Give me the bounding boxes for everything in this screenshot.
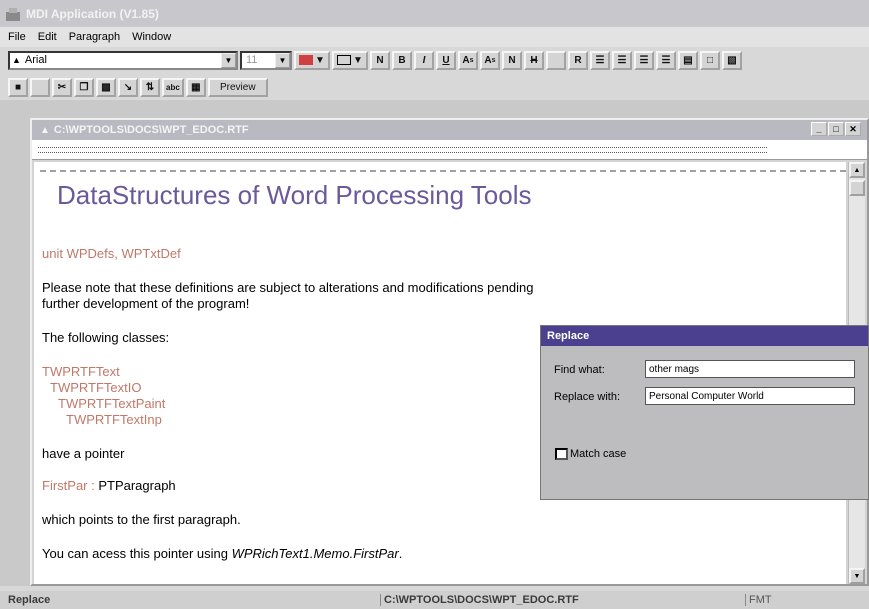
access-prefix: You can acess this pointer using	[42, 546, 232, 561]
access-code: WPRichText1.Memo.FirstPar	[231, 546, 399, 561]
match-case-checkbox[interactable]: Match case	[555, 448, 626, 460]
firstpar-label: FirstPar	[42, 478, 88, 493]
preview-button[interactable]: Preview	[207, 77, 268, 97]
document-title-bar: ▲ C:\WPTOOLS\DOCS\WPT_EDOC.RTF _ □ ✕	[32, 120, 867, 140]
find-label: Find what:	[554, 364, 605, 376]
firstpar-type: PTParagraph	[98, 478, 176, 493]
strikeout-button[interactable]: H	[524, 50, 544, 70]
blank-button[interactable]	[546, 50, 566, 70]
status-mode: FMT	[745, 594, 772, 606]
cut-icon[interactable]: ✂	[52, 77, 72, 97]
page-break-line	[40, 170, 846, 172]
menu-window[interactable]: Window	[132, 31, 171, 43]
superscript-label: A	[462, 54, 470, 66]
document-icon: ▲	[40, 124, 50, 136]
class-item: TWPRTFTextPaint	[58, 396, 166, 411]
replace-dialog: Replace Find what: Replace with: Match c…	[540, 325, 869, 500]
app-icon	[6, 7, 20, 21]
chevron-down-icon[interactable]: ▼	[275, 52, 290, 68]
superscript-button[interactable]: As	[458, 50, 478, 70]
match-case-label: Match case	[570, 448, 627, 460]
redline-button[interactable]: R	[568, 50, 588, 70]
title-bar: MDI Application (V1.85)	[0, 0, 869, 27]
align-center-icon[interactable]: ☰	[612, 50, 632, 70]
replace-dialog-title: Replace	[541, 326, 868, 346]
access-line: You can acess this pointer using WPRichT…	[42, 546, 402, 561]
status-bar: Replace C:\WPTOOLS\DOCS\WPT_EDOC.RTF FMT	[0, 591, 869, 609]
justify-icon[interactable]: ☰	[656, 50, 676, 70]
paste-icon[interactable]: ▩	[96, 77, 116, 97]
find-input[interactable]	[645, 360, 855, 378]
document-heading: DataStructures of Word Processing Tools	[57, 180, 532, 210]
chevron-down-icon[interactable]: ▼	[221, 52, 236, 68]
underline-button[interactable]: U	[436, 50, 456, 70]
bold-button[interactable]: B	[392, 50, 412, 70]
replace-label: Replace with:	[554, 391, 621, 403]
table-icon[interactable]: ▦	[185, 77, 206, 97]
font-combo[interactable]: ▲ Arial ▼	[8, 50, 238, 70]
font-value: Arial	[24, 54, 47, 66]
border-icon	[337, 55, 352, 65]
class-item: TWPRTFTextInp	[66, 412, 162, 427]
align-left-icon[interactable]: ☰	[590, 50, 610, 70]
copy-icon[interactable]: ❐	[74, 77, 94, 97]
scroll-thumb[interactable]	[849, 180, 865, 196]
hidden-button[interactable]: N	[502, 50, 522, 70]
italic-button[interactable]: I	[414, 50, 434, 70]
font-type-icon: ▲	[12, 55, 21, 65]
align-right-icon[interactable]: ☰	[634, 50, 654, 70]
document-title: C:\WPTOOLS\DOCS\WPT_EDOC.RTF	[53, 124, 249, 136]
close-icon[interactable]: ✕	[845, 122, 861, 136]
replace-input[interactable]	[645, 387, 855, 405]
clipboard-icon[interactable]: ▧	[722, 50, 742, 70]
size-value: 11	[246, 54, 258, 66]
format-toolbar: ▲ Arial ▼ 11 ▼ ▼ ▼ N B I U As As N H R ☰…	[0, 48, 869, 72]
frame-icon[interactable]: □	[700, 50, 720, 70]
border-button[interactable]: ▼	[332, 50, 368, 70]
scroll-up-icon[interactable]: ▲	[849, 162, 865, 178]
menu-bar: File Edit Paragraph Window	[0, 27, 869, 47]
blank-tool-icon[interactable]	[30, 77, 50, 97]
edit-toolbar: ■ ✂ ❐ ▩ ↘ ⇅ abc ▦ Preview	[0, 75, 869, 99]
menu-file[interactable]: File	[8, 31, 26, 43]
replace-icon[interactable]: ⇅	[140, 77, 160, 97]
access-suffix: .	[398, 546, 403, 561]
firstpar-sep: :	[87, 478, 99, 493]
note-line-2: further development of the program!	[42, 296, 250, 311]
class-item: TWPRTFText	[42, 364, 120, 379]
spellcheck-icon[interactable]: abc	[162, 77, 184, 97]
scroll-down-icon[interactable]: ▼	[849, 568, 865, 584]
ruler[interactable]	[32, 140, 867, 160]
class-item: TWPRTFTextIO	[50, 380, 142, 395]
following-classes: The following classes:	[42, 330, 170, 345]
points-to-line: which points to the first paragraph.	[42, 512, 241, 527]
subscript-label: A	[484, 54, 492, 66]
minimize-icon[interactable]: _	[811, 122, 827, 136]
color-swatch-icon	[299, 55, 314, 65]
indent-icon[interactable]: ▤	[678, 50, 698, 70]
status-path: C:\WPTOOLS\DOCS\WPT_EDOC.RTF	[380, 594, 579, 606]
text-color-button[interactable]: ▼	[294, 50, 330, 70]
normal-button[interactable]: N	[370, 50, 390, 70]
open-icon[interactable]: ■	[8, 77, 28, 97]
firstpar-line: FirstPar : PTParagraph	[42, 478, 176, 493]
window-title: MDI Application (V1.85)	[26, 6, 159, 21]
menu-paragraph[interactable]: Paragraph	[69, 31, 120, 43]
find-icon[interactable]: ↘	[118, 77, 138, 97]
have-pointer: have a pointer	[42, 446, 125, 461]
checkbox-box[interactable]	[555, 448, 568, 460]
subscript-button[interactable]: As	[480, 50, 500, 70]
unit-line: unit WPDefs, WPTxtDef	[42, 246, 181, 261]
maximize-icon[interactable]: □	[828, 122, 844, 136]
status-left: Replace	[8, 594, 51, 606]
size-combo[interactable]: 11 ▼	[240, 50, 292, 70]
menu-edit[interactable]: Edit	[38, 31, 57, 43]
note-line-1: Please note that these definitions are s…	[42, 280, 534, 295]
